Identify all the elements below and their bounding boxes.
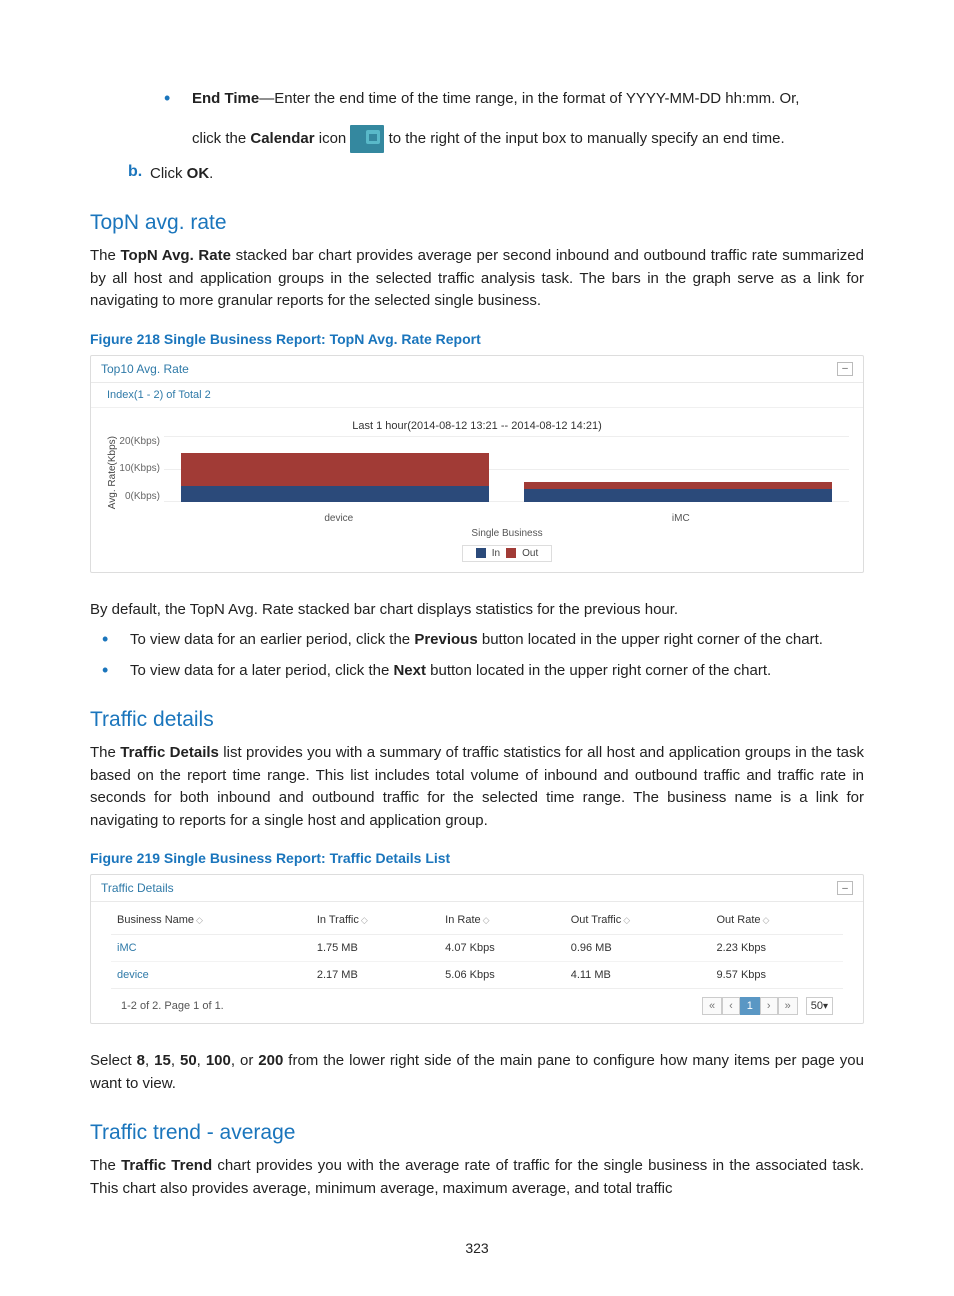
end-time-bullet: • End Time—Enter the end time of the tim… <box>162 88 864 153</box>
after218-p1: By default, the TopN Avg. Rate stacked b… <box>90 599 864 622</box>
table-header-row: Business Name◇ In Traffic◇ In Rate◇ Out … <box>111 906 843 935</box>
bullet-icon: • <box>100 660 130 683</box>
bar-imc[interactable] <box>524 482 832 502</box>
pager-last[interactable]: » <box>778 997 798 1015</box>
pager-first[interactable]: « <box>702 997 722 1015</box>
pager: « ‹ 1 › » 50 ▾ <box>702 997 833 1015</box>
step-b: b. Click OK. <box>128 163 864 186</box>
heading-topn-avg-rate: TopN avg. rate <box>90 211 864 235</box>
page-number: 323 <box>90 1240 864 1256</box>
chart-218-yticks: 20(Kbps) 10(Kbps) 0(Kbps) <box>118 436 164 502</box>
chart-218: Last 1 hour(2014-08-12 13:21 -- 2014-08-… <box>91 408 863 572</box>
figure-218-caption: Figure 218 Single Business Report: TopN … <box>90 331 864 347</box>
bullet-icon: • <box>100 629 130 652</box>
th-in-rate[interactable]: In Rate◇ <box>439 906 565 935</box>
panel-219-title: Traffic Details <box>101 881 174 895</box>
pagesize-note: Select 8, 15, 50, 100, or 200 from the l… <box>90 1050 864 1095</box>
chart-218-xlabel: Single Business <box>165 528 849 539</box>
panel-218-index: Index(1 - 2) of Total 2 <box>91 383 863 408</box>
business-link-imc[interactable]: iMC <box>117 942 137 954</box>
collapse-icon[interactable]: – <box>837 881 853 895</box>
topn-paragraph: The TopN Avg. Rate stacked bar chart pro… <box>90 245 864 313</box>
legend-in-swatch <box>476 548 486 558</box>
table-row: device 2.17 MB 5.06 Kbps 4.11 MB 9.57 Kb… <box>111 962 843 989</box>
pager-current[interactable]: 1 <box>740 997 760 1015</box>
chevron-down-icon: ▾ <box>823 1001 828 1012</box>
bullet-icon: • <box>162 88 192 153</box>
pager-next[interactable]: › <box>760 997 778 1015</box>
calendar-icon <box>350 125 384 153</box>
after218-bullet-next: • To view data for a later period, click… <box>100 660 864 683</box>
th-business-name[interactable]: Business Name◇ <box>111 906 311 935</box>
th-in-traffic[interactable]: In Traffic◇ <box>311 906 439 935</box>
after218-bullet-previous: • To view data for an earlier period, cl… <box>100 629 864 652</box>
chart-218-plot <box>164 436 849 502</box>
traffic-details-table: Business Name◇ In Traffic◇ In Rate◇ Out … <box>111 906 843 988</box>
chart-218-xlabels: device iMC <box>165 513 849 524</box>
figure-219-panel: Traffic Details – Business Name◇ In Traf… <box>90 874 864 1024</box>
traffic-trend-paragraph: The Traffic Trend chart provides you wit… <box>90 1155 864 1200</box>
pager-prev[interactable]: ‹ <box>722 997 740 1015</box>
business-link-device[interactable]: device <box>117 969 149 981</box>
panel-218-title: Top10 Avg. Rate <box>101 362 189 376</box>
chart-218-legend: In Out <box>462 545 552 562</box>
th-out-rate[interactable]: Out Rate◇ <box>710 906 843 935</box>
heading-traffic-trend: Traffic trend - average <box>90 1121 864 1145</box>
th-out-traffic[interactable]: Out Traffic◇ <box>565 906 711 935</box>
bar-device[interactable] <box>181 453 489 502</box>
legend-out-swatch <box>506 548 516 558</box>
chart-218-title: Last 1 hour(2014-08-12 13:21 -- 2014-08-… <box>105 420 849 432</box>
traffic-details-paragraph: The Traffic Details list provides you wi… <box>90 742 864 832</box>
step-b-label: b. <box>128 163 150 186</box>
figure-219-caption: Figure 219 Single Business Report: Traff… <box>90 850 864 866</box>
table-footer-text: 1-2 of 2. Page 1 of 1. <box>121 1000 224 1012</box>
figure-218-panel: Top10 Avg. Rate – Index(1 - 2) of Total … <box>90 355 864 573</box>
heading-traffic-details: Traffic details <box>90 708 864 732</box>
chart-218-ylabel: Avg. Rate(Kbps) <box>105 436 118 509</box>
table-row: iMC 1.75 MB 4.07 Kbps 0.96 MB 2.23 Kbps <box>111 935 843 962</box>
pagesize-select[interactable]: 50 ▾ <box>806 997 833 1015</box>
end-time-label: End Time <box>192 90 259 107</box>
calendar-word: Calendar <box>250 129 314 146</box>
collapse-icon[interactable]: – <box>837 362 853 376</box>
